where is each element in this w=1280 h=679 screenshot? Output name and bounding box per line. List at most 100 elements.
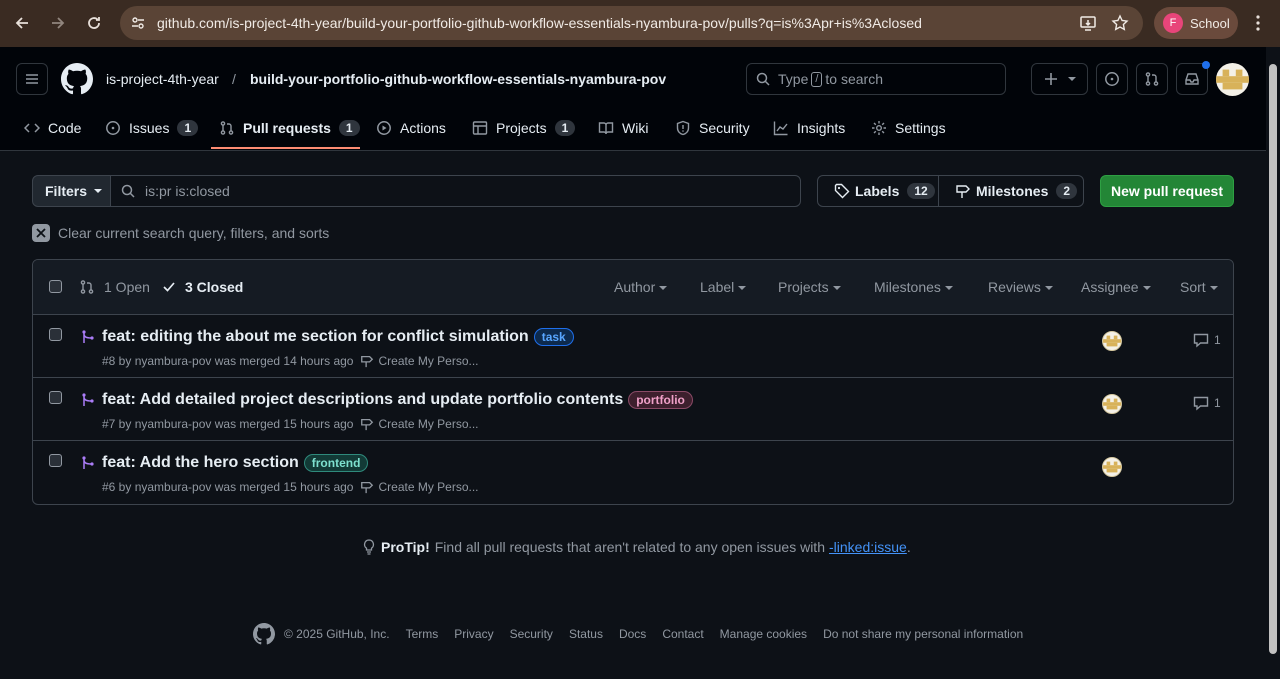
tab-pull-requests[interactable]: Pull requests 1 [219, 105, 360, 151]
chevron-down-icon [94, 189, 103, 193]
install-app-icon[interactable] [1079, 14, 1097, 32]
identicon-icon [1103, 335, 1121, 347]
milestone-link[interactable]: Create My Perso... [378, 417, 478, 431]
merged-icon [82, 393, 94, 406]
sort-filter[interactable]: Sort [1180, 279, 1218, 295]
milestones-button[interactable]: Milestones 2 [939, 176, 1078, 206]
milestone-link[interactable]: Create My Perso... [378, 354, 478, 368]
protip-title: ProTip! [381, 539, 430, 555]
bookmark-star-icon[interactable] [1111, 14, 1129, 32]
pr-meta: #7 by nyambura-pov was merged 15 hours a… [102, 417, 479, 431]
label-badge[interactable]: task [533, 328, 574, 346]
milestones-filter[interactable]: Milestones [874, 279, 953, 295]
issue-icon [1105, 72, 1119, 86]
row-checkbox[interactable] [49, 328, 62, 341]
issues-shortcut-button[interactable] [1096, 63, 1128, 95]
tab-actions[interactable]: Actions [376, 105, 446, 151]
labels-counter: 12 [907, 183, 935, 199]
clear-filters-label: Clear current search query, filters, and… [58, 225, 330, 241]
plus-icon [1045, 73, 1057, 85]
open-filter-link[interactable]: 1 Open [79, 279, 150, 295]
new-pull-request-button[interactable]: New pull request [1100, 175, 1234, 207]
label-filter[interactable]: Label [700, 279, 746, 295]
github-logo-icon[interactable] [253, 623, 275, 645]
selected-tab-underline [211, 147, 360, 149]
tab-insights[interactable]: Insights [773, 105, 845, 151]
tab-label: Issues [129, 120, 170, 136]
pr-title-link[interactable]: feat: Add detailed project descriptions … [102, 391, 693, 409]
assignee-avatar[interactable] [1102, 331, 1122, 351]
pr-meta: #8 by nyambura-pov was merged 14 hours a… [102, 354, 479, 368]
tab-counter: 1 [554, 120, 576, 136]
footer-copyright: © 2025 GitHub, Inc. [284, 627, 390, 641]
assignee-avatar[interactable] [1102, 457, 1122, 477]
comments-link[interactable]: 1 [1193, 332, 1221, 348]
reviews-filter[interactable]: Reviews [988, 279, 1053, 295]
filters-button[interactable]: Filters [32, 175, 111, 207]
pr-row[interactable]: feat: editing the about me section for c… [33, 315, 1233, 378]
author-filter[interactable]: Author [614, 279, 667, 295]
footer-link-contact[interactable]: Contact [662, 627, 703, 641]
page-scrollbar[interactable] [1266, 47, 1280, 679]
tab-issues[interactable]: Issues 1 [105, 105, 199, 151]
close-icon [32, 224, 50, 242]
tab-label: Security [699, 120, 750, 136]
footer-link-cookies[interactable]: Manage cookies [720, 627, 807, 641]
tab-security[interactable]: Security [675, 105, 750, 151]
profile-chip[interactable]: F School [1154, 7, 1238, 39]
pr-title-link[interactable]: feat: Add the hero section frontend [102, 454, 369, 472]
pr-search-input[interactable]: is:pr is:closed [110, 175, 801, 207]
pr-title-link[interactable]: feat: editing the about me section for c… [102, 328, 574, 346]
address-bar[interactable]: github.com/is-project-4th-year/build-you… [120, 6, 1143, 40]
footer-link-docs[interactable]: Docs [619, 627, 646, 641]
tab-label: Actions [400, 120, 446, 136]
protip-link[interactable]: -linked:issue [829, 539, 907, 555]
labels-button[interactable]: Labels 12 [818, 176, 939, 206]
comments-link[interactable]: 1 [1193, 395, 1221, 411]
footer-link-terms[interactable]: Terms [406, 627, 439, 641]
projects-filter[interactable]: Projects [778, 279, 841, 295]
github-logo-icon[interactable] [61, 63, 93, 95]
breadcrumb-separator: / [232, 71, 236, 87]
tab-projects[interactable]: Projects 1 [472, 105, 576, 151]
milestone-link[interactable]: Create My Perso... [378, 480, 478, 494]
label-badge[interactable]: portfolio [628, 391, 693, 409]
tab-counter: 1 [177, 120, 199, 136]
global-menu-button[interactable] [16, 63, 48, 95]
closed-filter-link[interactable]: 3 Closed [162, 279, 243, 295]
global-search-input[interactable]: Type / to search [746, 63, 1006, 95]
pull-requests-shortcut-button[interactable] [1136, 63, 1168, 95]
forward-button[interactable] [46, 11, 70, 35]
assignee-avatar[interactable] [1102, 394, 1122, 414]
tab-wiki[interactable]: Wiki [598, 105, 648, 151]
reload-button[interactable] [82, 11, 106, 35]
pr-row[interactable]: feat: Add the hero section frontend #6 by… [33, 441, 1233, 504]
assignee-filter[interactable]: Assignee [1081, 279, 1151, 295]
footer-link-privacy[interactable]: Privacy [454, 627, 493, 641]
tab-label: Insights [797, 120, 846, 136]
footer-link-security[interactable]: Security [510, 627, 553, 641]
gear-icon [872, 121, 886, 135]
footer-link-do-not-share[interactable]: Do not share my personal information [823, 627, 1023, 641]
repo-name-link[interactable]: build-your-portfolio-github-workflow-ess… [250, 71, 666, 87]
tab-code[interactable]: Code [24, 105, 81, 151]
site-info-icon[interactable] [130, 15, 146, 31]
pr-row[interactable]: feat: Add detailed project descriptions … [33, 378, 1233, 441]
select-all-checkbox[interactable] [49, 280, 62, 293]
label-badge[interactable]: frontend [303, 454, 369, 472]
profile-avatar: F [1163, 13, 1183, 33]
comment-icon [1193, 396, 1209, 411]
row-checkbox[interactable] [49, 391, 62, 404]
user-avatar[interactable] [1216, 63, 1249, 96]
scrollbar-thumb[interactable] [1269, 64, 1277, 654]
repo-owner-link[interactable]: is-project-4th-year [106, 71, 219, 87]
hamburger-icon [26, 74, 38, 84]
tab-settings[interactable]: Settings [871, 105, 946, 151]
back-button[interactable] [10, 11, 34, 35]
row-checkbox[interactable] [49, 454, 62, 467]
closed-count-label: 3 Closed [185, 279, 244, 295]
create-new-button[interactable] [1031, 63, 1088, 95]
footer-link-status[interactable]: Status [569, 627, 603, 641]
clear-filters-link[interactable]: Clear current search query, filters, and… [32, 224, 329, 242]
browser-menu-button[interactable] [1246, 11, 1270, 35]
